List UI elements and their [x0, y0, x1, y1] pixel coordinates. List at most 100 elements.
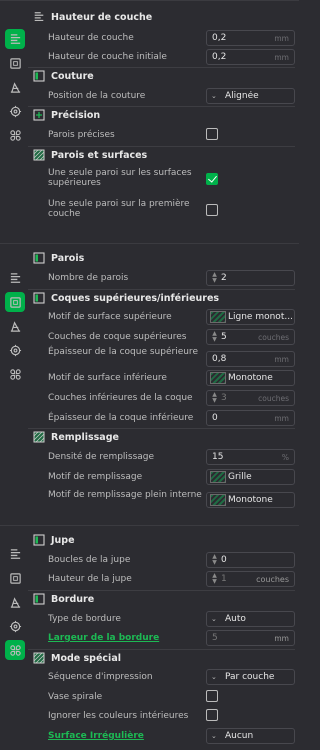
filament-tab[interactable] — [5, 340, 25, 360]
filament-icon — [9, 344, 22, 357]
section-walls-surfaces[interactable]: Parois et surfaces — [28, 146, 295, 164]
stepper-arrows-icon[interactable]: ▲ ▼ — [210, 572, 219, 586]
solid-infill-pattern-dropdown[interactable]: Monotone — [206, 492, 295, 508]
support-tab[interactable] — [5, 592, 25, 612]
others-icon — [9, 368, 22, 381]
brim-type-dropdown[interactable]: ⌄ Auto — [206, 611, 295, 627]
section-precision[interactable]: Précision — [28, 106, 295, 124]
walls-icon — [33, 252, 45, 264]
chevron-down-icon: ⌄ — [211, 732, 217, 740]
quality-tab[interactable] — [5, 268, 25, 288]
section-walls[interactable]: Parois — [28, 249, 295, 267]
infill-density-label: Densité de remplissage — [48, 452, 155, 462]
pattern-swatch-icon — [210, 494, 226, 506]
skirt-height-stepper[interactable]: ▲ ▼ 1 couches — [206, 571, 295, 587]
initial-layer-height-input[interactable]: 0,2 mm — [206, 49, 295, 65]
filament-tab[interactable] — [5, 101, 25, 121]
section-skirt[interactable]: Jupe — [28, 531, 295, 549]
strength-icon — [9, 296, 22, 309]
solid-infill-pattern-label: Motif de remplissage plein interne — [48, 490, 202, 500]
fuzzy-skin-dropdown[interactable]: ⌄ Aucun — [206, 728, 295, 744]
precise-walls-label: Parois précises — [48, 130, 115, 140]
spiral-vase-checkbox[interactable] — [206, 690, 218, 702]
filament-tab[interactable] — [5, 616, 25, 636]
support-icon — [9, 320, 22, 333]
infill-density-input[interactable]: 15% — [206, 449, 295, 465]
layer-height-icon — [33, 11, 45, 23]
quality-tab[interactable] — [5, 544, 25, 564]
single-wall-top-label: Une seule paroi sur les surfaces supérie… — [48, 168, 192, 188]
section-special-mode[interactable]: Mode spécial — [28, 649, 295, 667]
strength-tab[interactable] — [5, 568, 25, 588]
top-shell-thickness-input[interactable]: 0,8 mm — [206, 351, 295, 367]
pattern-swatch-icon — [210, 372, 226, 384]
others-settings-panel: Jupe Boucles de la jupe ▲ ▼ 0 Hauteur de l… — [0, 525, 299, 750]
infill-pattern-dropdown[interactable]: Grille — [206, 469, 295, 485]
stepper-arrows-icon[interactable]: ▲ ▼ — [210, 271, 219, 285]
print-sequence-label: Séquence d'impression — [48, 672, 153, 682]
stepper-arrows-icon[interactable]: ▲ ▼ — [210, 330, 219, 344]
ignore-inner-colors-label: Ignorer les couleurs intérieures — [48, 711, 189, 721]
top-pattern-label: Motif de surface supérieure — [48, 312, 172, 322]
strength-icon — [9, 57, 22, 70]
precise-walls-checkbox[interactable] — [206, 128, 218, 140]
others-icon — [9, 129, 22, 142]
settings-rail — [4, 542, 26, 662]
skirt-height-label: Hauteur de la jupe — [48, 574, 132, 584]
section-shells[interactable]: Coques supérieures/inférieures — [28, 289, 295, 307]
brim-width-input[interactable]: 5 mm — [206, 630, 295, 646]
seam-position-dropdown[interactable]: ⌄ Alignée — [206, 88, 295, 104]
bottom-pattern-label: Motif de surface inférieure — [48, 373, 167, 383]
infill-icon — [33, 431, 45, 443]
single-wall-top-checkbox[interactable] — [206, 173, 218, 185]
settings-rail — [4, 27, 26, 147]
ignore-inner-colors-checkbox[interactable] — [206, 709, 218, 721]
brim-width-link[interactable]: Largeur de la bordure — [48, 633, 208, 643]
bottom-pattern-dropdown[interactable]: Monotone — [206, 370, 295, 386]
section-layer-height[interactable]: Hauteur de couche — [28, 8, 295, 26]
strength-tab[interactable] — [5, 292, 25, 312]
strength-settings-panel: Parois Nombre de parois ▲ ▼ 2 Coques supér… — [0, 243, 299, 520]
bottom-shell-thickness-label: Épaisseur de la coque inférieure — [48, 413, 194, 423]
quality-tab[interactable] — [5, 29, 25, 49]
bottom-shell-layers-label: Couches inférieures de la coque — [48, 393, 193, 403]
support-tab[interactable] — [5, 77, 25, 97]
others-tab[interactable] — [5, 125, 25, 145]
top-shell-layers-stepper[interactable]: ▲ ▼ 5 couches — [206, 329, 295, 345]
filament-icon — [9, 620, 22, 633]
wall-loops-stepper[interactable]: ▲ ▼ 2 — [206, 270, 295, 286]
stepper-arrows-icon[interactable]: ▲ ▼ — [210, 391, 219, 405]
strength-tab[interactable] — [5, 53, 25, 73]
bottom-shell-thickness-input[interactable]: 0 mm — [206, 410, 295, 426]
bottom-shell-layers-stepper[interactable]: ▲ ▼ 3 couches — [206, 390, 295, 406]
section-brim[interactable]: Bordure — [28, 590, 295, 608]
initial-layer-height-label: Hauteur de couche initiale — [48, 52, 167, 62]
seam-icon — [33, 70, 45, 82]
shells-icon — [33, 292, 45, 304]
top-pattern-dropdown[interactable]: Ligne monot... — [206, 309, 295, 325]
layer-height-input[interactable]: 0,2 mm — [206, 30, 295, 46]
single-wall-first-label: Une seule paroi sur la première couche — [48, 199, 190, 219]
quality-icon — [9, 272, 22, 285]
spiral-vase-label: Vase spirale — [48, 692, 103, 702]
others-tab[interactable] — [5, 640, 25, 660]
pattern-swatch-icon — [210, 471, 226, 483]
others-icon — [9, 644, 22, 657]
print-sequence-dropdown[interactable]: ⌄ Par couche — [206, 669, 295, 685]
stepper-arrows-icon[interactable]: ▲ ▼ — [210, 553, 219, 567]
wall-loops-label: Nombre de parois — [48, 273, 129, 283]
strength-icon — [9, 572, 22, 585]
chevron-down-icon: ⌄ — [211, 615, 217, 623]
filament-icon — [9, 105, 22, 118]
support-tab[interactable] — [5, 316, 25, 336]
section-infill[interactable]: Remplissage — [28, 428, 295, 446]
section-seam[interactable]: Couture — [28, 67, 295, 85]
single-wall-first-checkbox[interactable] — [206, 204, 218, 216]
skirt-loops-stepper[interactable]: ▲ ▼ 0 — [206, 552, 295, 568]
quality-icon — [9, 33, 22, 46]
skirt-loops-label: Boucles de la jupe — [48, 555, 131, 565]
others-tab[interactable] — [5, 364, 25, 384]
skirt-icon — [33, 534, 45, 546]
quality-icon — [9, 548, 22, 561]
fuzzy-skin-link[interactable]: Surface Irrégulière — [48, 731, 208, 741]
